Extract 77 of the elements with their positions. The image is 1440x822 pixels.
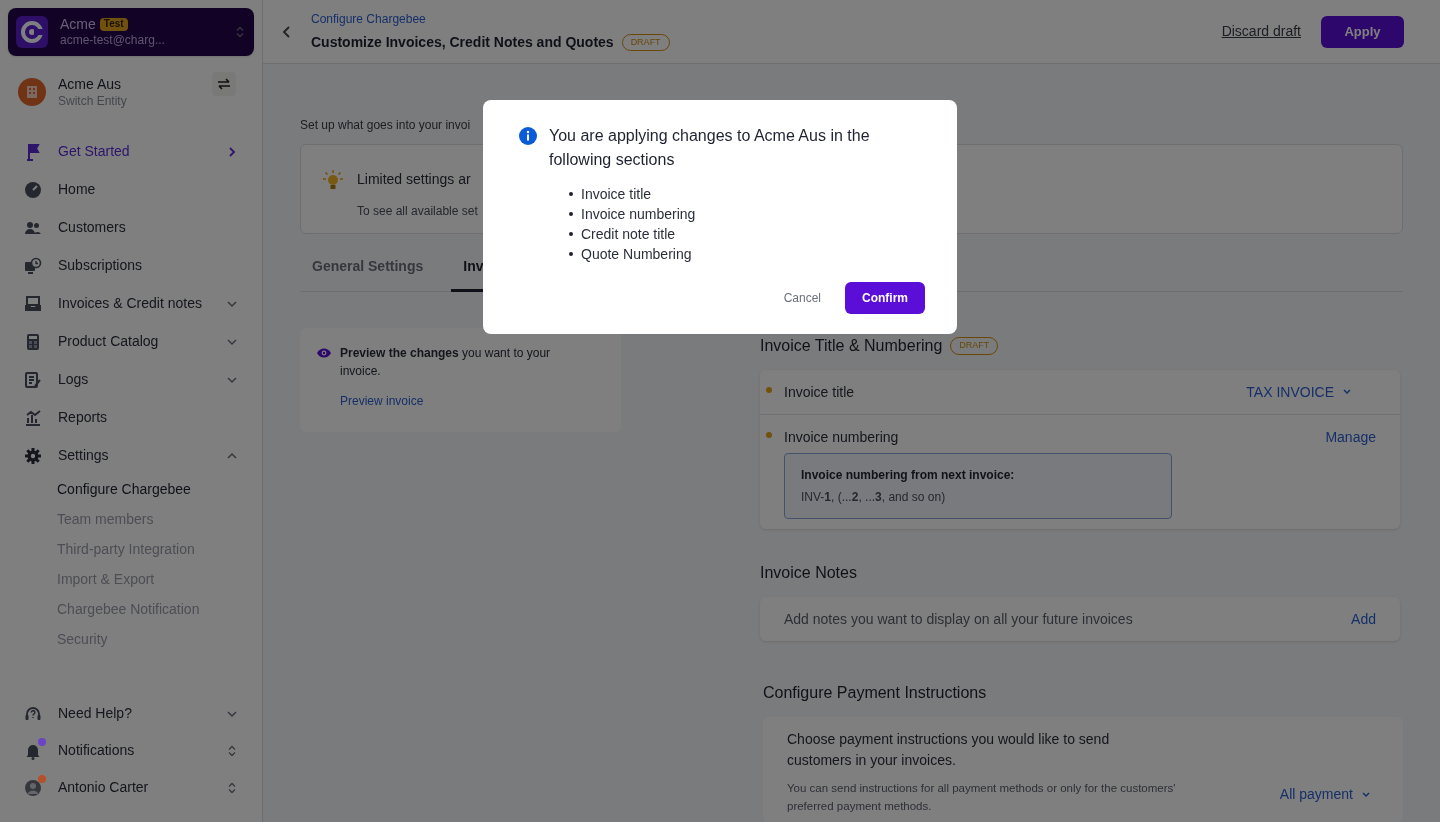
footer-nav-item[interactable]: Notifications [8,732,254,769]
footer-nav-item[interactable]: Need Help? [8,695,254,732]
title-dropdown[interactable]: TAX INVOICE [1246,381,1352,403]
intro-text: Set up what goes into your invoi [300,117,472,134]
banner-text: To see all available set [357,203,478,220]
section-title: Invoice Title & Numbering [760,336,943,356]
nav-item[interactable]: Home [8,170,254,209]
row-label: Invoice title [784,382,855,402]
action-link[interactable]: Add [1351,608,1376,630]
chevron-down-icon [1361,789,1371,800]
row-label: Invoice numbering [784,427,899,447]
nav-item[interactable]: Invoices & Credit notes [8,284,254,323]
tab[interactable]: General Settings [300,244,436,292]
account-switcher[interactable]: Acme Test acme-test@charg... [8,8,254,56]
preview-text: Preview the changes you want to your invoice. [340,345,552,380]
action-link[interactable]: Manage [1325,426,1376,448]
payment-description: Choose payment instructions you would like to send customers in your invoices. [787,730,1111,770]
preview-invoice-link[interactable]: Preview invoice [340,392,424,410]
building-icon [18,78,46,107]
help-icon [24,704,42,723]
updown-chevron-icon [226,744,238,757]
numbering-example: INV-1, (...2, ...3, and so on) [801,489,947,506]
section-list-item: Invoice numbering [581,204,696,224]
confirm-button[interactable]: Confirm [845,282,925,314]
test-badge: Test [99,18,128,31]
bullet-icon [569,212,573,216]
section-list-item: Quote Numbering [581,244,692,264]
section-title: Invoice Notes [760,563,857,583]
monitor-icon [24,256,42,275]
chevron-right-icon [226,145,238,158]
flag-icon [24,142,42,161]
account-email: acme-test@charg... [60,33,166,49]
updown-chevron-icon [226,781,238,794]
nav-item[interactable]: Get Started [8,132,254,171]
page-title: Customize Invoices, Credit Notes and Quotes [311,33,614,52]
avatar-icon [24,778,42,797]
apply-button[interactable]: Apply [1321,15,1404,48]
bullet-icon [569,232,573,236]
clipboard-icon [24,370,42,389]
chevron-left-icon [282,25,292,38]
swap-arrows-icon [216,78,232,91]
bullet-icon [569,192,573,196]
payment-dropdown[interactable]: All payment [1279,784,1371,805]
payment-hint: You can send instructions for all payment methods or only for the customers' preferred payment methods. [787,781,1177,814]
nav-item[interactable]: Settings [8,436,254,475]
nav-item[interactable]: Reports [8,398,254,437]
banner-title: Limited settings ar [357,170,472,189]
bar-chart-icon [24,408,42,427]
section-title: Configure Payment Instructions [763,683,988,703]
discard-draft-link[interactable]: Discard draft [1221,21,1301,42]
nav-item[interactable]: Product Catalog [8,322,254,361]
gauge-icon [24,180,42,199]
tray-icon [24,294,42,313]
updown-chevron-icon [234,26,246,38]
bullet-icon [569,252,573,256]
dialog-title: You are applying changes to Acme Aus in the following sections [549,126,871,170]
info-icon [519,127,537,145]
nav-item[interactable]: Customers [8,208,254,247]
info-box-title: Invoice numbering from next invoice: [801,467,1016,484]
section-list-item: Invoice title [581,184,652,204]
row-label: Add notes you want to display on all your future invoices [784,609,1133,629]
nav-item[interactable]: Subscriptions [8,246,254,285]
switch-entity-label: Switch Entity [58,93,128,109]
cancel-button[interactable]: Cancel [775,289,829,307]
calculator-icon [24,332,42,351]
eye-icon [316,347,332,359]
subnav-item[interactable]: Configure Chargebee [8,474,254,505]
entity-name: Acme Aus [58,76,123,94]
nav-item[interactable]: Logs [8,360,254,399]
settings-icon [24,446,42,465]
section-list-item: Credit note title [581,224,676,244]
switch-entity-button[interactable] [212,72,236,97]
logo-icon [16,16,48,48]
chevron-down-icon [1342,387,1352,397]
account-name: Acme [60,15,96,34]
footer-nav-item[interactable]: Antonio Carter [8,769,254,806]
breadcrumb-link[interactable]: Configure Chargebee [311,10,1222,28]
